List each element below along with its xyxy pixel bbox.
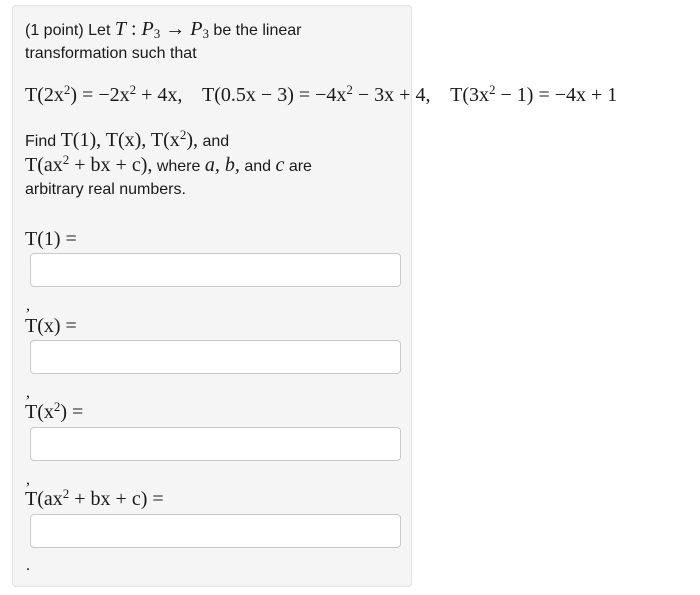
equation-3: T(3x2 − 1) = −4x + 1 <box>450 82 618 106</box>
answer-label-tx2: T(x2) = <box>25 399 84 423</box>
find-line-3: arbitrary real numbers. <box>25 181 186 198</box>
separator: , <box>26 297 30 314</box>
answer-input-t1[interactable] <box>30 253 401 287</box>
answer-input-tx2[interactable] <box>30 427 401 461</box>
answer-input-tx[interactable] <box>30 340 401 374</box>
answer-label-tx: T(x) = <box>25 315 77 337</box>
intro-line-1: (1 point) Let T : P3 → P3 be the linear <box>25 18 302 41</box>
given-equations: T(2x2) = −2x2 + 4x, T(0.5x − 3) = −4x2 −… <box>25 82 618 107</box>
equation-1: T(2x2) = −2x2 + 4x, <box>25 82 183 106</box>
intro-line-2: transformation such that <box>25 45 197 62</box>
separator: , <box>26 471 30 488</box>
equation-2: T(0.5x − 3) = −4x2 − 3x + 4, <box>202 82 431 106</box>
separator: , <box>26 384 30 401</box>
find-line-2: T(ax2 + bx + c), where a, b, and c are <box>25 152 312 176</box>
answer-label-general: T(ax2 + bx + c) = <box>25 486 164 510</box>
answer-label-t1: T(1) = <box>25 228 77 250</box>
answer-input-general[interactable] <box>30 514 401 548</box>
find-line-1: Find T(1), T(x), T(x2), and <box>25 127 230 151</box>
end-mark: . <box>26 557 30 574</box>
